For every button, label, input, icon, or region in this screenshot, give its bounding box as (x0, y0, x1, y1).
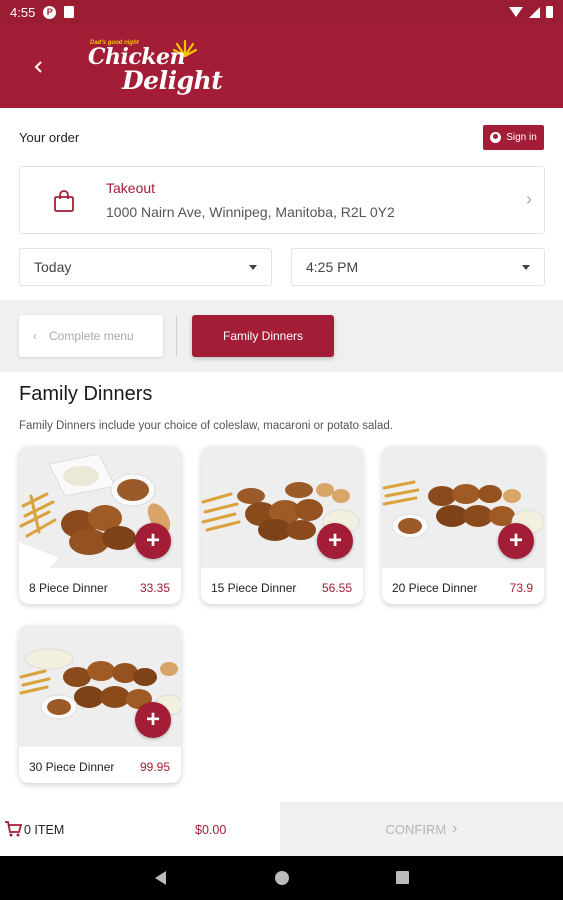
product-card[interactable]: + 15 Piece Dinner 56.55 (201, 446, 363, 604)
back-arrow-icon (34, 61, 42, 73)
sign-in-label: Sign in (506, 132, 537, 143)
order-mode: Takeout (106, 180, 156, 196)
plus-icon: + (145, 527, 160, 554)
product-card[interactable]: + 8 Piece Dinner 33.35 (19, 446, 181, 604)
shopping-bag-icon (54, 190, 74, 212)
nav-home-icon[interactable] (275, 871, 289, 885)
product-price: 33.35 (139, 581, 170, 595)
product-name: 8 Piece Dinner (29, 581, 108, 595)
cart-total: $0.00 (195, 823, 227, 837)
section-description: Family Dinners include your choice of co… (19, 420, 393, 432)
plus-icon: + (145, 706, 160, 733)
add-to-cart-button[interactable]: + (317, 523, 353, 559)
product-name: 15 Piece Dinner (211, 581, 297, 595)
cart-item-count: 0 ITEM (24, 823, 65, 837)
wifi-icon (509, 7, 523, 17)
chevron-right-icon: › (526, 189, 532, 209)
status-bar: 4:55 P (0, 0, 563, 24)
chevron-left-icon: ‹ (33, 329, 37, 343)
section-title: Family Dinners (19, 383, 153, 405)
confirm-button[interactable]: CONFIRM › (280, 802, 563, 856)
system-nav-bar (0, 856, 563, 900)
cart-icon (5, 821, 22, 837)
category-divider (176, 316, 177, 356)
cart-bar: 0 ITEM $0.00 CONFIRM › (0, 802, 563, 856)
sd-card-icon (64, 6, 75, 18)
status-time: 4:55 (10, 4, 36, 20)
add-to-cart-button[interactable]: + (498, 523, 534, 559)
tab-family-dinners[interactable]: Family Dinners (192, 315, 334, 357)
nav-back-icon[interactable] (155, 871, 166, 885)
product-card[interactable]: + 30 Piece Dinner 99.95 (19, 625, 181, 783)
product-price: 56.55 (321, 581, 352, 595)
user-icon (490, 132, 502, 143)
product-price: 73.9 (509, 581, 533, 595)
date-select[interactable]: Today (19, 248, 272, 286)
product-card[interactable]: + 20 Piece Dinner 73.9 (382, 446, 544, 604)
your-order-label: Your order (19, 130, 80, 145)
cart-summary[interactable]: 0 ITEM $0.00 (0, 802, 280, 856)
add-to-cart-button[interactable]: + (135, 702, 171, 738)
chevron-right-icon: › (452, 820, 458, 837)
order-section: Your order Sign in Takeout 1000 Nairn Av… (0, 108, 563, 300)
complete-menu-button[interactable]: ‹ Complete menu (19, 315, 163, 357)
plus-icon: + (327, 527, 342, 554)
back-button[interactable] (24, 52, 54, 82)
product-price: 99.95 (139, 760, 170, 774)
confirm-label: CONFIRM (385, 821, 447, 837)
caret-down-icon (522, 264, 530, 270)
sign-in-button[interactable]: Sign in (483, 125, 544, 150)
add-to-cart-button[interactable]: + (135, 523, 171, 559)
time-select[interactable]: 4:25 PM (291, 248, 545, 286)
app-header: Dad's good night Chicken Delight (0, 24, 563, 108)
plus-icon: + (508, 527, 523, 554)
complete-menu-label: Complete menu (49, 329, 134, 343)
logo-text-delight: Delight (122, 66, 223, 95)
signal-icon (529, 6, 540, 18)
nav-recents-icon[interactable] (396, 871, 409, 884)
chicken-delight-logo: Dad's good night Chicken Delight (86, 36, 236, 98)
date-value: Today (34, 259, 72, 275)
category-bar: ‹ Complete menu Family Dinners (0, 300, 563, 372)
store-address: 1000 Nairn Ave, Winnipeg, Manitoba, R2L … (106, 204, 395, 220)
product-name: 30 Piece Dinner (29, 760, 115, 774)
caret-down-icon (249, 264, 257, 270)
time-value: 4:25 PM (306, 259, 359, 275)
notification-badge-icon: P (43, 5, 57, 19)
product-name: 20 Piece Dinner (392, 581, 478, 595)
battery-icon (546, 6, 553, 18)
takeout-location-card[interactable]: Takeout 1000 Nairn Ave, Winnipeg, Manito… (19, 166, 545, 234)
